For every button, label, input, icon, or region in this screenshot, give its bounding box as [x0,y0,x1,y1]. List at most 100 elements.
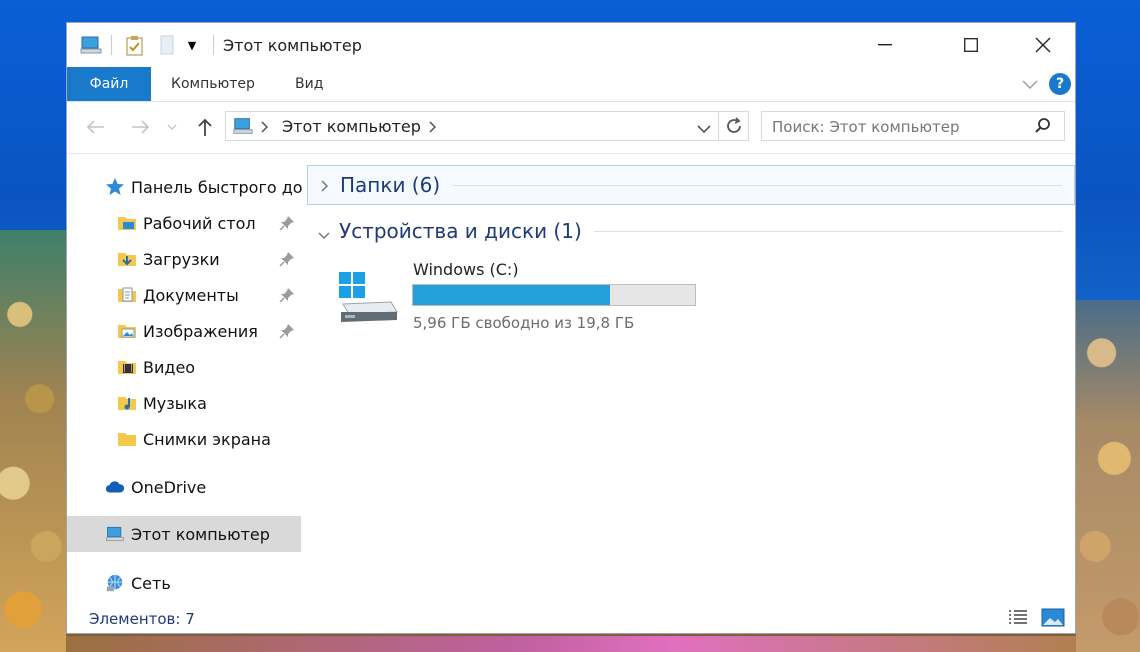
tab-file[interactable]: Файл [67,67,151,101]
desktop-wallpaper-right [1076,300,1140,652]
pin-icon[interactable] [279,215,295,231]
pictures-folder-icon [117,321,137,341]
divider [452,184,1062,186]
videos-folder-icon [117,357,137,377]
separator [111,35,112,55]
sidebar-item-this-pc[interactable]: Этот компьютер [105,518,270,550]
sidebar-item-label: Снимки экрана [143,429,271,449]
tab-view[interactable]: Вид [273,67,345,101]
desktop-folder-icon [117,213,137,233]
address-bar[interactable]: Этот компьютер [225,111,749,141]
sidebar-item-pictures[interactable]: Изображения [117,315,258,347]
items-count: Элементов: 7 [89,610,195,628]
folders-group-title: Папки (6) [340,173,441,197]
address-dropdown-icon[interactable] [696,120,712,139]
large-icons-view-icon[interactable] [1041,607,1065,633]
chevron-down-icon [167,124,177,130]
minimize-icon [878,44,892,46]
breadcrumb-chevron-icon[interactable] [428,119,438,138]
maximize-icon [964,38,978,52]
expand-ribbon-icon[interactable] [1021,75,1039,93]
sidebar-item-label: Загрузки [143,249,220,269]
minimize-button[interactable] [853,23,917,67]
star-icon [105,177,125,197]
sidebar-item-label: Музыка [143,393,207,413]
divider [593,230,1063,232]
arrow-up-icon [198,118,212,136]
up-button[interactable] [193,115,217,139]
sidebar-item-screenshots[interactable]: Снимки экрана [117,423,271,455]
breadcrumb-chevron-icon[interactable] [260,119,270,138]
sidebar-item-desktop[interactable]: Рабочий стол [117,207,256,239]
close-icon [1035,37,1051,53]
close-button[interactable] [1011,23,1075,67]
desktop-wallpaper-left [0,230,66,652]
properties-icon[interactable] [125,35,145,57]
this-pc-icon [105,524,125,544]
devices-group-header[interactable]: Устройства и диски (1) [307,211,1075,251]
sidebar-item-music[interactable]: Музыка [117,387,207,419]
title-bar: ▼ Этот компьютер [67,23,1075,67]
breadcrumb[interactable]: Этот компьютер [282,117,421,136]
drive-free-space: 5,96 ГБ свободно из 19,8 ГБ [413,314,635,332]
drive-usage-fill [413,285,611,305]
sidebar-item-label: Панель быстрого до [131,177,303,197]
network-icon [105,573,125,593]
help-button[interactable]: ? [1049,73,1071,95]
sidebar-item-videos[interactable]: Видео [117,351,195,383]
arrow-right-icon [132,120,150,134]
sidebar-item-quick-access[interactable]: Панель быстрого до [105,171,303,203]
new-folder-icon[interactable] [159,35,175,55]
sidebar-item-label: Видео [143,357,196,377]
chevron-right-icon [320,178,330,197]
recent-locations-button[interactable] [165,115,179,139]
arrow-left-icon [86,120,104,134]
search-box[interactable] [761,111,1065,141]
documents-folder-icon [117,285,137,305]
status-bar: Элементов: 7 [67,604,1075,634]
refresh-icon[interactable] [724,116,744,140]
screenshots-folder-icon [117,429,137,449]
details-view-icon[interactable] [1007,608,1029,632]
pin-icon[interactable] [279,251,295,267]
sidebar-item-label: Документы [143,285,239,305]
navigation-pane: Панель быстрого до Рабочий стол Загрузки… [67,154,303,604]
separator [213,35,214,55]
sidebar-item-label: Сеть [131,573,171,593]
sidebar-item-label: Этот компьютер [131,524,270,544]
pin-icon[interactable] [279,287,295,303]
sidebar-item-label: OneDrive [131,477,207,497]
cloud-icon [105,477,125,497]
sidebar-item-documents[interactable]: Документы [117,279,239,311]
this-pc-icon [232,116,254,140]
ribbon-tabs: Файл Компьютер Вид ? [67,67,1075,102]
sidebar-item-onedrive[interactable]: OneDrive [105,471,206,503]
back-button[interactable] [83,115,107,139]
content-pane: Папки (6) Устройства и диски (1) Windows… [307,154,1077,604]
pin-icon[interactable] [279,323,295,339]
search-icon[interactable] [1034,117,1052,139]
folders-group-header[interactable]: Папки (6) [307,165,1075,205]
desktop-wallpaper-bottom [66,636,1076,652]
tab-computer[interactable]: Компьютер [149,67,277,101]
sidebar-item-network[interactable]: Сеть [105,567,171,599]
devices-group-title: Устройства и диски (1) [339,219,582,243]
forward-button[interactable] [129,115,153,139]
sidebar-item-label: Изображения [143,321,258,341]
downloads-folder-icon [117,249,137,269]
sidebar-item-label: Рабочий стол [143,213,256,233]
sidebar-item-downloads[interactable]: Загрузки [117,243,220,275]
window-title: Этот компьютер [223,36,362,55]
music-folder-icon [117,393,137,413]
drive-usage-bar [412,284,696,306]
navigation-bar: Этот компьютер [67,101,1075,154]
search-input[interactable] [770,115,1024,139]
maximize-button[interactable] [939,23,1003,67]
this-pc-icon[interactable] [79,35,103,55]
windows-drive-icon [335,268,399,330]
customize-toolbar-icon[interactable]: ▼ [185,35,199,55]
chevron-down-icon [317,226,331,245]
explorer-window: ▼ Этот компьютер Файл Компьютер Вид ? Эт… [66,22,1076,634]
separator [718,112,719,140]
drive-name: Windows (C:) [413,260,519,279]
